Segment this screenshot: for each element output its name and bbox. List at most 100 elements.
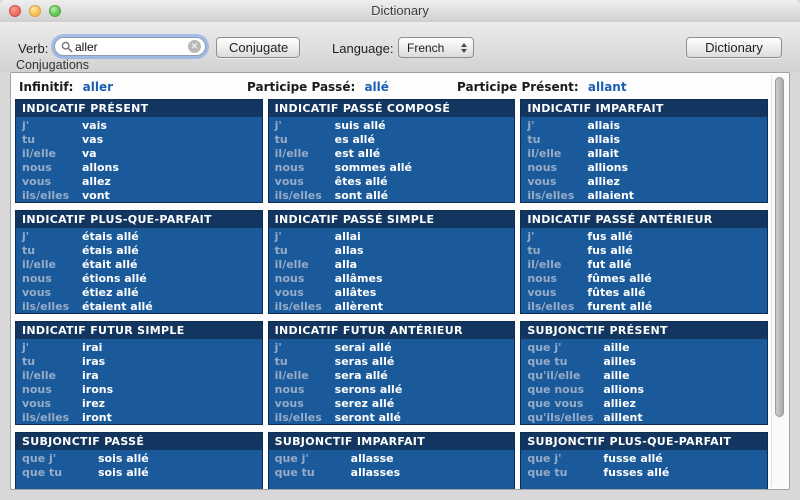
verb-form: fusse allé (603, 452, 663, 465)
pronoun: tu (527, 244, 541, 257)
pronoun: j' (22, 119, 30, 132)
table-body: j' fus allé tu fus allé il/elle fut allé nous f… (521, 228, 767, 313)
pronoun: il/elle (527, 258, 562, 271)
pronoun: nous (274, 272, 305, 285)
stepper-arrows-icon (457, 42, 470, 53)
pronoun: que j' (527, 341, 562, 354)
table-body: j' suis allé tu es allé il/elle est allé nous s… (269, 117, 515, 202)
verb-form: allions (587, 161, 628, 174)
pronoun: il/elle (22, 369, 57, 382)
verb-form: allèrent (334, 300, 384, 313)
conjugation-row: que tu ailles (521, 355, 767, 369)
zoom-button[interactable] (49, 5, 61, 17)
conjugation-table: INDICATIF PASSÉ ANTÉRIEUR j' fus allé tu fus… (520, 210, 768, 314)
conjugation-row: nous irons (16, 383, 262, 397)
table-title: SUBJONCTIF IMPARFAIT (268, 433, 515, 450)
verb-form: allait (587, 147, 619, 160)
pronoun: j' (274, 119, 282, 132)
verb-form: seront allé (334, 411, 401, 424)
verb-form: allas (334, 244, 364, 257)
pronoun: il/elle (274, 147, 309, 160)
table-body: que j' aille que tu ailles qu'il/elle aille qu… (521, 339, 767, 424)
verb-form: étaient allé (82, 300, 153, 313)
conjugation-row: il/elle va (16, 147, 262, 161)
conjugation-row: j' vais (16, 119, 262, 133)
verb-form: sera allé (334, 369, 388, 382)
pronoun: que j' (274, 452, 309, 465)
pronoun: tu (274, 133, 288, 146)
scrollbar-thumb[interactable] (775, 77, 784, 417)
conjugations-panel: Infinitif: aller Participe Passé: allé P… (10, 72, 790, 490)
participe-present-summary: Participe Présent: allant (457, 80, 627, 94)
verb-form: sommes allé (334, 161, 412, 174)
conjugation-row: nous allons (16, 161, 262, 175)
pronoun: nous (527, 161, 558, 174)
conjugations-label: Conjugations (16, 58, 89, 72)
minimize-button[interactable] (29, 5, 41, 17)
verb-form: alla (334, 258, 358, 271)
table-body: j' étais allé tu étais allé il/elle était all… (16, 228, 262, 313)
verb-form: fûmes allé (587, 272, 652, 285)
pronoun: ils/elles (22, 300, 70, 313)
conjugation-table: INDICATIF PLUS-QUE-PARFAIT j' étais allé tu… (15, 210, 263, 314)
conjugation-row: ils/elles furent allé (521, 300, 767, 313)
conjugate-button[interactable]: Conjugate (216, 37, 300, 58)
dictionary-button[interactable]: Dictionary (686, 37, 782, 58)
pronoun: nous (22, 272, 52, 285)
pronoun: ils/elles (527, 300, 575, 313)
pronoun: vous (274, 286, 304, 299)
conjugation-row: ils/elles iront (16, 411, 262, 424)
verb-form: fûtes allé (587, 286, 646, 299)
conjugation-row: que j' sois allé (16, 452, 262, 466)
verb-form: étais allé (82, 230, 139, 243)
verb-form: suis allé (334, 119, 386, 132)
conjugation-row: vous allez (16, 175, 262, 189)
language-value: French (407, 40, 445, 55)
verb-label: Verb: (18, 41, 49, 56)
participe-passe-label: Participe Passé: (247, 80, 356, 94)
pronoun: qu'il/elle (527, 369, 581, 382)
verb-form: irons (82, 383, 114, 396)
conjugation-row: nous serons allé (269, 383, 515, 397)
table-body: j' serai allé tu seras allé il/elle sera allé… (269, 339, 515, 424)
verb-form: est allé (334, 147, 381, 160)
conjugation-table: INDICATIF PASSÉ COMPOSÉ j' suis allé tu es a… (267, 99, 516, 203)
scrollbar-track[interactable] (771, 75, 787, 487)
verb-form: sois allé (98, 466, 149, 479)
conjugation-row: j' serai allé (269, 341, 515, 355)
verb-form: allez (82, 175, 111, 188)
search-input[interactable] (73, 39, 188, 54)
clear-icon[interactable]: ✕ (188, 40, 201, 53)
verb-form: allais (587, 133, 621, 146)
table-title: INDICATIF PASSÉ ANTÉRIEUR (521, 211, 767, 228)
language-select[interactable]: French (398, 37, 474, 58)
verb-form: êtes allé (334, 175, 388, 188)
pronoun: que tu (527, 355, 568, 368)
verb-form: allions (603, 383, 644, 396)
pronoun: ils/elles (527, 189, 575, 202)
pronoun: ils/elles (22, 411, 70, 424)
conjugation-row: que vous alliez (521, 397, 767, 411)
pronoun: j' (274, 341, 282, 354)
verb-form: allasse (350, 452, 394, 465)
conjugation-row: il/elle alla (269, 258, 515, 272)
verb-form: vont (82, 189, 110, 202)
table-title: INDICATIF FUTUR ANTÉRIEUR (268, 322, 515, 339)
conjugation-row: nous étions allé (16, 272, 262, 286)
search-field[interactable]: ✕ (54, 37, 206, 56)
conjugation-row: j' irai (16, 341, 262, 355)
verb-form: serons allé (334, 383, 403, 396)
pronoun: ils/elles (274, 189, 322, 202)
pronoun: il/elle (527, 147, 562, 160)
conjugation-table: INDICATIF PRÉSENT j' vais tu vas il/elle va nou… (15, 99, 263, 203)
table-title: INDICATIF FUTUR SIMPLE (16, 322, 262, 339)
pronoun: tu (22, 355, 36, 368)
conjugation-row: tu allas (269, 244, 515, 258)
verb-form: furent allé (587, 300, 653, 313)
verb-form: irez (82, 397, 106, 410)
verb-form: seras allé (334, 355, 395, 368)
conjugation-row: il/elle allait (521, 147, 767, 161)
conjugation-row: que j' allasse (269, 452, 515, 466)
table-title: SUBJONCTIF PASSÉ (16, 433, 262, 450)
close-button[interactable] (9, 5, 21, 17)
